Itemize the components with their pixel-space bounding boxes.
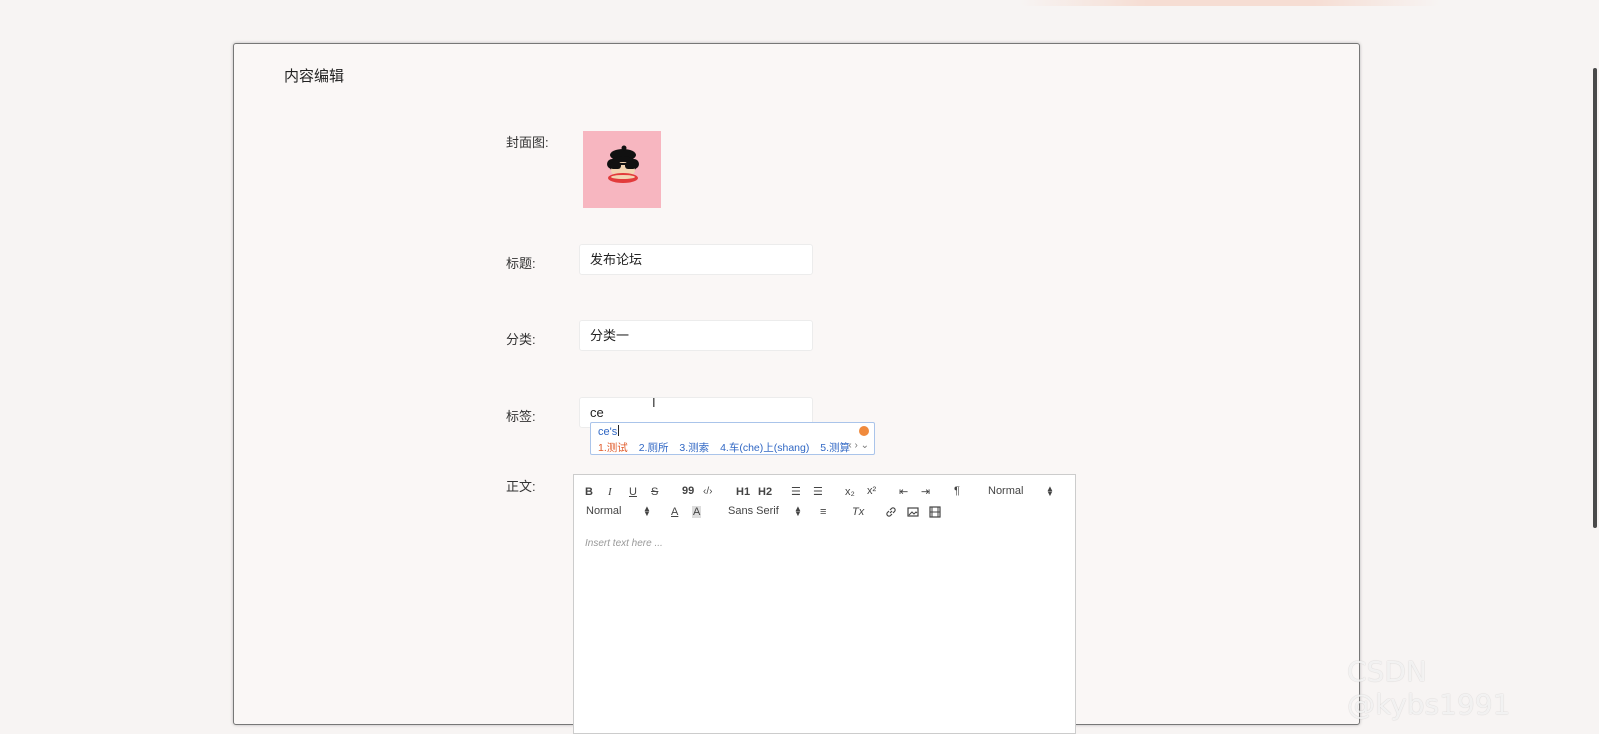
indent-button[interactable]: ⇥ [921, 485, 930, 498]
rich-text-editor[interactable]: B I U S 99 ‹/› H1 H2 ☰ ☰ x₂ x² ⇤ ⇥ ¶ Nor… [573, 474, 1076, 734]
select-arrows-icon: ▲ ▼ [643, 504, 651, 518]
page-scrollbar[interactable] [1593, 68, 1597, 528]
italic-button[interactable]: I [608, 486, 612, 498]
font-color-button[interactable]: A [671, 506, 678, 518]
ime-candidate[interactable]: 2.厕所 [639, 442, 669, 454]
ime-logo-icon [859, 426, 869, 436]
title-input[interactable]: 发布论坛 [579, 244, 813, 275]
underline-button[interactable]: U [629, 486, 637, 498]
title-label: 标题: [506, 256, 536, 271]
ime-candidate[interactable]: 4.车(che)上(shang) [720, 442, 809, 454]
link-icon[interactable] [885, 506, 897, 521]
monkey-avatar-icon [583, 131, 661, 208]
code-block-button[interactable]: ‹/› [703, 486, 712, 497]
outdent-button[interactable]: ⇤ [899, 485, 908, 498]
body-label: 正文: [506, 479, 536, 494]
card-title: 内容编辑 [284, 68, 345, 85]
cover-label: 封面图: [506, 135, 549, 150]
ime-candidate[interactable]: 3.测索 [679, 442, 709, 454]
text-cursor-icon: I [652, 395, 656, 410]
category-select[interactable]: 分类一 [579, 320, 813, 351]
superscript-button[interactable]: x² [867, 485, 876, 497]
font-select-value: Sans Serif [728, 505, 779, 517]
bold-button[interactable]: B [585, 486, 593, 498]
ordered-list-button[interactable]: ☰ [791, 485, 801, 498]
top-glow [1020, 0, 1440, 6]
size-select[interactable]: Normal ▲ ▼ [988, 484, 1058, 498]
blockquote-button[interactable]: 99 [682, 485, 694, 497]
background-color-button[interactable]: A [692, 506, 702, 518]
cover-image[interactable] [583, 131, 661, 208]
header-select[interactable]: Normal ▲ ▼ [586, 504, 656, 518]
image-icon[interactable] [907, 506, 919, 521]
editor-placeholder[interactable]: Insert text here ... [585, 538, 663, 549]
ime-candidate[interactable]: 5.测算 [820, 442, 850, 454]
tags-label: 标签: [506, 409, 536, 424]
font-select[interactable]: Sans Serif ▲ ▼ [728, 504, 808, 518]
category-label: 分类: [506, 332, 536, 347]
csdn-watermark: CSDN @kybs1991 [1347, 655, 1511, 721]
ime-candidate[interactable]: 1.测试 [598, 442, 628, 454]
strike-button[interactable]: S [651, 486, 658, 498]
video-icon[interactable] [929, 506, 941, 521]
size-select-value: Normal [988, 485, 1024, 497]
text-direction-button[interactable]: ¶ [954, 485, 960, 497]
subscript-button[interactable]: x₂ [845, 486, 855, 498]
content-edit-card: 内容编辑 封面图: 标题: 发布论坛 分类: 分类一 标签: ce I ce's… [233, 43, 1360, 734]
clean-format-button[interactable]: Tx [852, 506, 864, 518]
select-arrows-icon: ▲ ▼ [1046, 484, 1054, 498]
bullet-list-button[interactable]: ☰ [813, 485, 823, 498]
ime-candidate-popup[interactable]: ce's 1.测试 2.厕所 3.测索 4.车(che)上(shang) 5.测… [590, 422, 875, 455]
header-select-value: Normal [586, 505, 622, 517]
editor-toolbar: B I U S 99 ‹/› H1 H2 ☰ ☰ x₂ x² ⇤ ⇥ ¶ Nor… [574, 475, 1075, 527]
h2-button[interactable]: H2 [758, 486, 772, 498]
select-arrows-icon: ▲ ▼ [794, 504, 802, 518]
ime-composition: ce's [598, 426, 618, 438]
h1-button[interactable]: H1 [736, 486, 750, 498]
ime-page-nav[interactable]: ‹ › ⌄ [848, 440, 869, 451]
align-button[interactable]: ≡ [820, 506, 826, 518]
ime-candidate-list: 1.测试 2.厕所 3.测索 4.车(che)上(shang) 5.测算 [598, 440, 858, 455]
